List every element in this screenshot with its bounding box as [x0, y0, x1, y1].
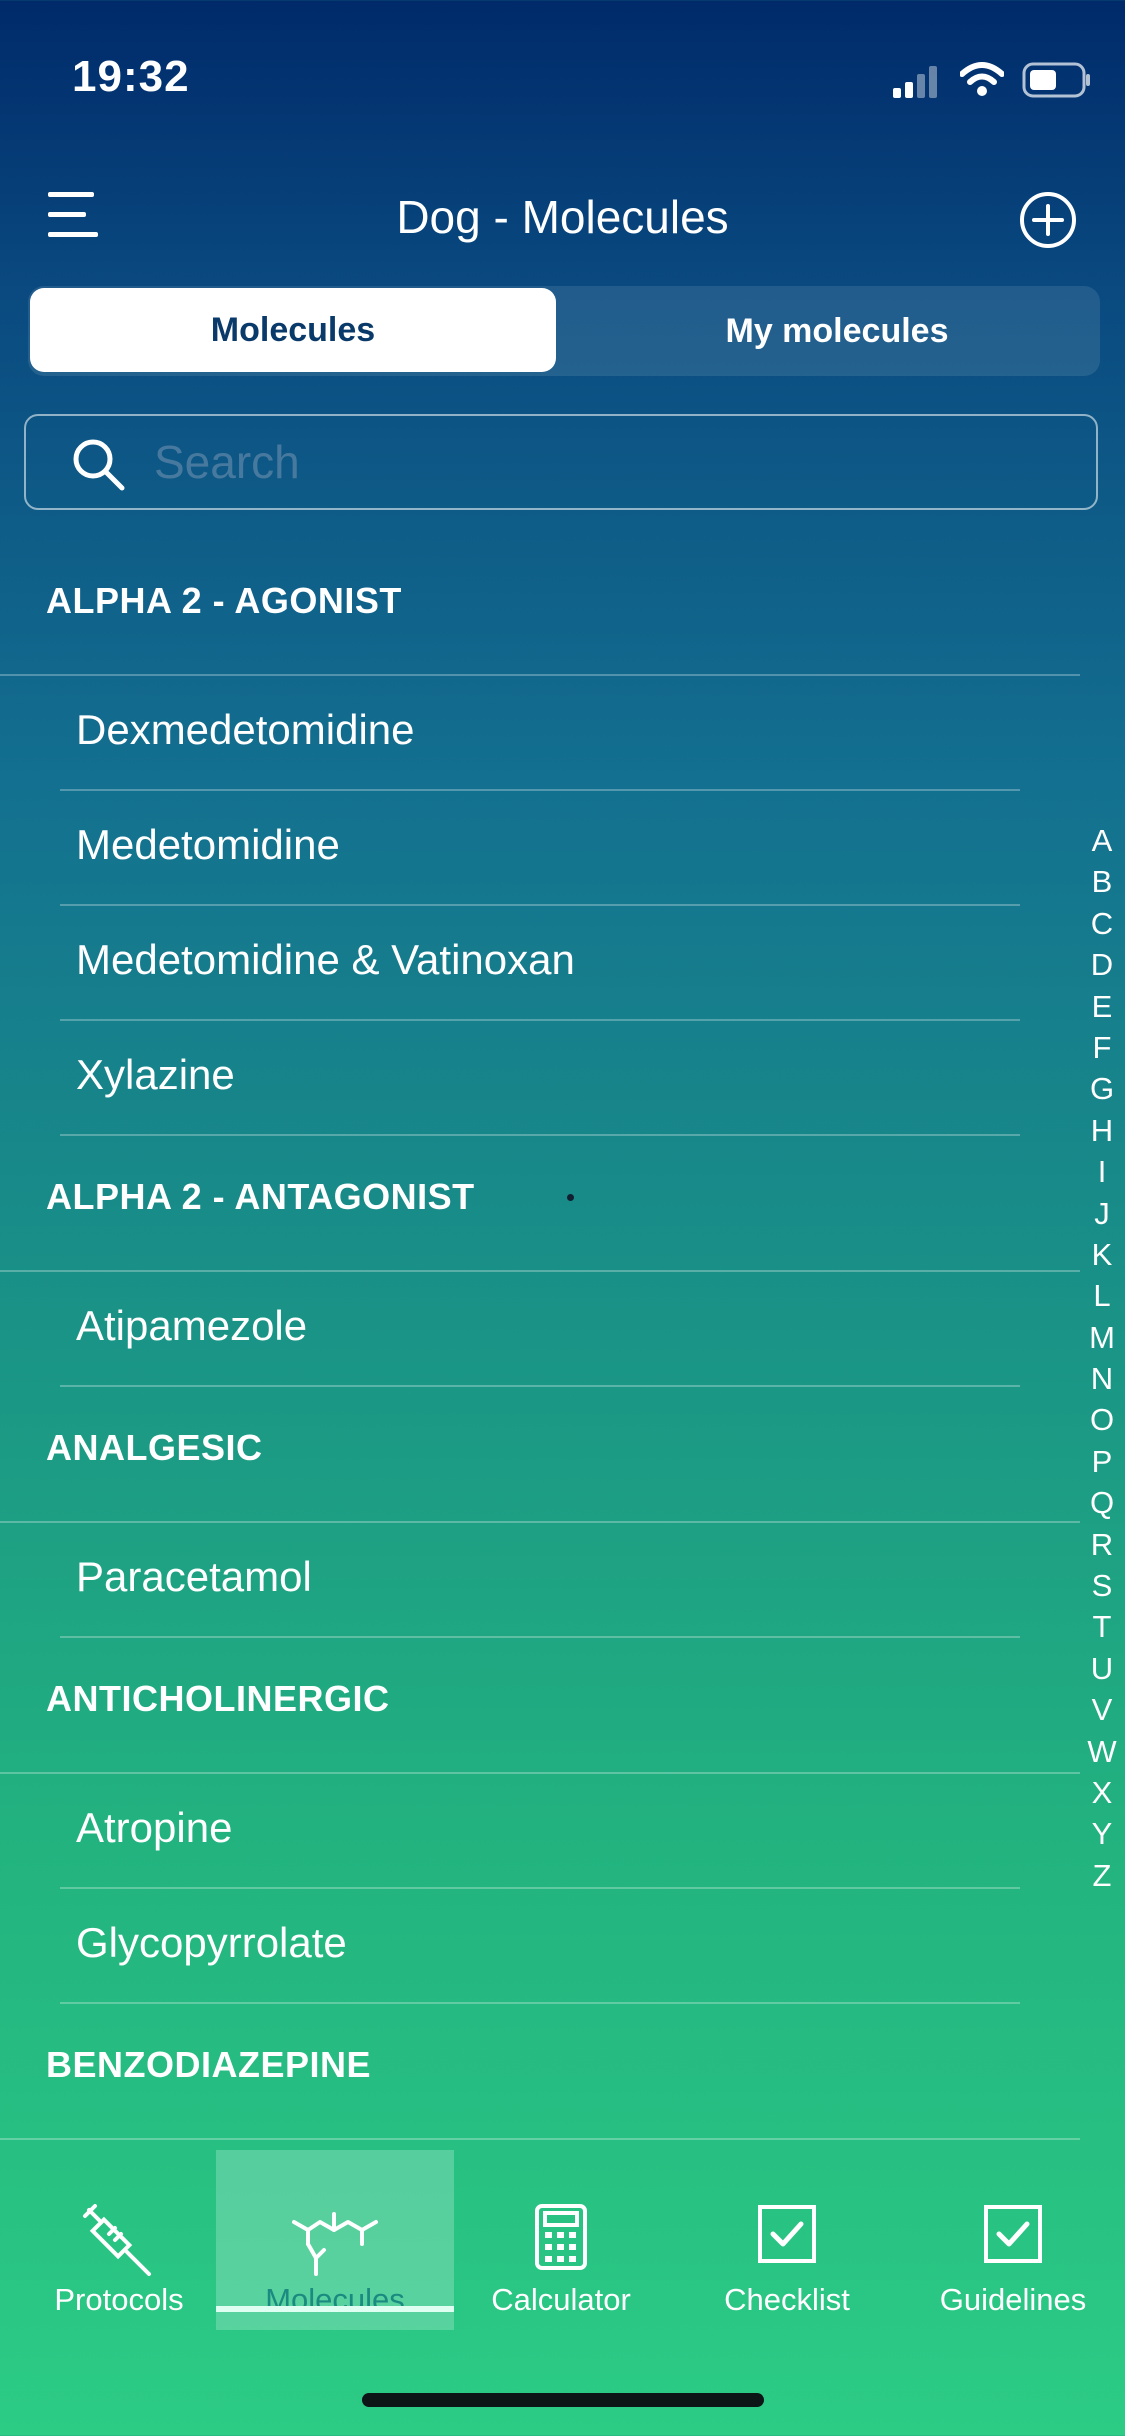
home-indicator: [362, 2393, 764, 2407]
divider: [0, 2138, 1080, 2140]
tab-checklist[interactable]: Checklist: [668, 2150, 906, 2330]
index-letter[interactable]: M: [1082, 1317, 1122, 1358]
index-letter[interactable]: C: [1082, 903, 1122, 944]
navigation-header: Dog - Molecules: [0, 180, 1125, 260]
tab-molecules-nav[interactable]: Molecules: [216, 2150, 454, 2330]
section-header: ANALGESIC: [0, 1387, 1080, 1523]
index-letter[interactable]: O: [1082, 1399, 1122, 1440]
index-letter[interactable]: U: [1082, 1648, 1122, 1689]
index-letter[interactable]: F: [1082, 1027, 1122, 1068]
tab-my-molecules[interactable]: My molecules: [574, 286, 1100, 376]
index-letter[interactable]: G: [1082, 1068, 1122, 1109]
tab-molecules[interactable]: Molecules: [30, 288, 556, 372]
index-letter[interactable]: N: [1082, 1358, 1122, 1399]
add-circle-icon[interactable]: [1018, 190, 1078, 250]
index-letter[interactable]: R: [1082, 1524, 1122, 1565]
molecule-list: ALPHA 2 - AGONIST Dexmedetomidine Medeto…: [0, 540, 1080, 2140]
index-letter[interactable]: D: [1082, 944, 1122, 985]
cellular-signal-icon: [893, 66, 937, 98]
segmented-control: Molecules My molecules: [28, 286, 1100, 376]
section-header: BENZODIAZEPINE: [0, 2004, 1080, 2140]
list-item-label: Atropine: [76, 1804, 233, 1851]
tab-calculator[interactable]: Calculator: [442, 2150, 680, 2330]
wifi-icon: [960, 62, 1004, 96]
index-letter[interactable]: S: [1082, 1565, 1122, 1606]
list-item-label: Xylazine: [76, 1051, 235, 1098]
alphabet-index: A B C D E F G H I J K L M N O P Q R S T …: [1082, 820, 1122, 1896]
tab-label: Checklist: [724, 2282, 850, 2317]
checkbox-icon: [984, 2205, 1042, 2263]
index-letter[interactable]: J: [1082, 1193, 1122, 1234]
section-title: ALPHA 2 - ANTAGONIST: [46, 1176, 475, 1217]
section-title: BENZODIAZEPINE: [46, 2044, 372, 2085]
tab-guidelines[interactable]: Guidelines: [894, 2150, 1125, 2330]
stray-dot: [567, 1194, 574, 1201]
list-item-label: Atipamezole: [76, 1302, 308, 1349]
index-letter[interactable]: L: [1082, 1275, 1122, 1316]
index-letter[interactable]: X: [1082, 1772, 1122, 1813]
section-header: ALPHA 2 - ANTAGONIST: [0, 1136, 1080, 1272]
section-title: ANTICHOLINERGIC: [46, 1678, 390, 1719]
list-item[interactable]: Medetomidine & Vatinoxan: [0, 906, 1080, 1021]
tab-protocols[interactable]: Protocols: [0, 2150, 238, 2330]
tab-label: Guidelines: [939, 2282, 1087, 2317]
battery-icon: [1022, 62, 1090, 98]
list-item-label: Paracetamol: [76, 1553, 312, 1600]
tab-label: Calculator: [491, 2282, 631, 2317]
section-header: ANTICHOLINERGIC: [0, 1638, 1080, 1774]
section-title: ALPHA 2 - AGONIST: [46, 580, 402, 621]
index-letter[interactable]: A: [1082, 820, 1122, 861]
index-letter[interactable]: Y: [1082, 1813, 1122, 1854]
index-letter[interactable]: Q: [1082, 1482, 1122, 1523]
list-item-label: Medetomidine: [76, 821, 340, 868]
syringe-icon: [83, 2204, 151, 2276]
index-letter[interactable]: B: [1082, 861, 1122, 902]
index-letter[interactable]: I: [1082, 1151, 1122, 1192]
index-letter[interactable]: P: [1082, 1441, 1122, 1482]
checkbox-icon: [758, 2205, 816, 2263]
index-letter[interactable]: T: [1082, 1606, 1122, 1647]
search-icon: [73, 439, 125, 491]
list-item[interactable]: Xylazine: [0, 1021, 1080, 1136]
section-header: ALPHA 2 - AGONIST: [0, 540, 1080, 676]
index-letter[interactable]: E: [1082, 986, 1122, 1027]
list-item[interactable]: Atipamezole: [0, 1272, 1080, 1387]
tab-label: Protocols: [54, 2282, 184, 2317]
tab-label: Molecules: [265, 2282, 405, 2317]
search-input[interactable]: [144, 416, 1064, 508]
index-letter[interactable]: Z: [1082, 1855, 1122, 1896]
search-box: [24, 414, 1098, 510]
list-item-label: Dexmedetomidine: [76, 706, 415, 753]
index-letter[interactable]: W: [1082, 1731, 1122, 1772]
page-title: Dog - Molecules: [396, 191, 729, 243]
status-time: 19:32: [72, 52, 190, 101]
list-item[interactable]: Atropine: [0, 1774, 1080, 1889]
status-bar: 19:32: [0, 0, 1125, 160]
molecule-icon: [292, 2212, 378, 2276]
list-item-label: Glycopyrrolate: [76, 1919, 347, 1966]
index-letter[interactable]: H: [1082, 1110, 1122, 1151]
section-title: ANALGESIC: [46, 1427, 263, 1468]
bottom-tab-bar: Protocols Molecules Calculator Checklist…: [0, 2150, 1125, 2340]
list-item[interactable]: Glycopyrrolate: [0, 1889, 1080, 2004]
list-item[interactable]: Medetomidine: [0, 791, 1080, 906]
active-tab-indicator: [216, 2306, 454, 2312]
index-letter[interactable]: V: [1082, 1689, 1122, 1730]
list-item[interactable]: Paracetamol: [0, 1523, 1080, 1638]
list-item-label: Medetomidine & Vatinoxan: [76, 936, 575, 983]
list-item[interactable]: Dexmedetomidine: [0, 676, 1080, 791]
index-letter[interactable]: K: [1082, 1234, 1122, 1275]
calculator-icon: [535, 2204, 587, 2270]
